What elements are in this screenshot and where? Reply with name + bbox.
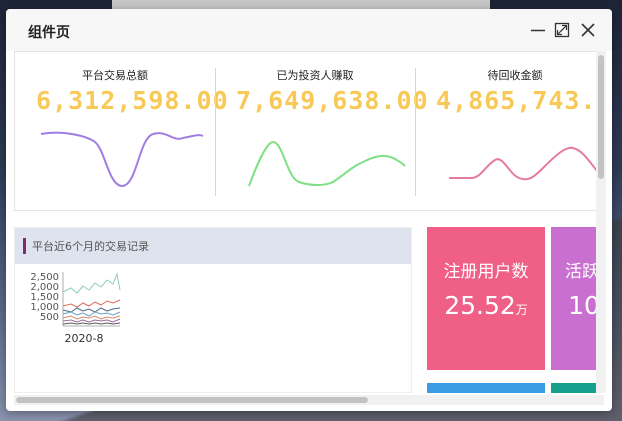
- tile-third[interactable]: [427, 383, 545, 393]
- y-tick-label: 500: [40, 312, 59, 323]
- series-line: [62, 307, 121, 313]
- transaction-mini-chart: 2,500 2,000 1,500 1,000 500 2020-8: [30, 272, 121, 345]
- tile-unit: 万: [515, 303, 528, 317]
- close-icon[interactable]: [579, 21, 597, 39]
- tile-label: 注册用户数: [443, 262, 529, 282]
- series-line: [62, 322, 121, 325]
- series-line: [62, 272, 121, 294]
- tile-value-number: 25.52: [444, 291, 516, 320]
- window-content[interactable]: 平台交易总额 6,312,598.00 已为投资人赚取 7,649,638.00…: [14, 51, 604, 393]
- window-title: 组件页: [28, 25, 70, 41]
- panel-header: 平台近6个月的交易记录: [15, 228, 411, 264]
- stat-value: 6,312,598.00: [36, 86, 229, 115]
- sparkline-investor-earnings: [248, 140, 406, 187]
- series-line: [62, 299, 121, 308]
- stat-value: 4,865,743.00: [436, 86, 604, 115]
- x-tick-label: 2020-8: [65, 332, 104, 345]
- transaction-panel: 平台近6个月的交易记录 2,500 2,000 1,500 1,000 500 …: [14, 227, 412, 393]
- stat-pending-recovery: 待回收金额 4,865,743.00: [415, 52, 604, 212]
- sparkline-pending-recovery: [449, 146, 602, 181]
- series-line: [62, 318, 121, 323]
- tile-value: 25.52万: [427, 291, 545, 320]
- stat-label: 待回收金额: [487, 69, 543, 82]
- window-titlebar[interactable]: 组件页: [6, 9, 612, 51]
- tile-registered-users[interactable]: 注册用户数 25.52万: [427, 227, 545, 370]
- minimize-icon[interactable]: [529, 21, 547, 39]
- stats-card: 平台交易总额 6,312,598.00 已为投资人赚取 7,649,638.00…: [14, 51, 604, 211]
- vertical-scroll-thumb[interactable]: [598, 55, 604, 179]
- series-line: [62, 315, 121, 320]
- stat-label: 平台交易总额: [82, 69, 148, 82]
- stat-label: 已为投资人赚取: [276, 69, 354, 82]
- stat-value: 7,649,638.00: [236, 86, 429, 115]
- vertical-scrollbar[interactable]: [596, 51, 606, 393]
- horizontal-scroll-thumb[interactable]: [16, 397, 368, 403]
- widget-window: 组件页 平台交易总额 6,312,598.00 已为投资人赚取 7,649,63…: [6, 9, 612, 411]
- horizontal-scrollbar[interactable]: [14, 395, 604, 405]
- panel-accent-bar: [23, 238, 26, 254]
- panel-title: 平台近6个月的交易记录: [32, 240, 149, 253]
- stat-investor-earnings: 已为投资人赚取 7,649,638.00: [215, 52, 428, 212]
- stat-total-volume: 平台交易总额 6,312,598.00: [15, 52, 228, 212]
- series-line: [62, 311, 121, 317]
- sparkline-total-volume: [40, 131, 204, 188]
- maximize-icon[interactable]: [553, 21, 571, 39]
